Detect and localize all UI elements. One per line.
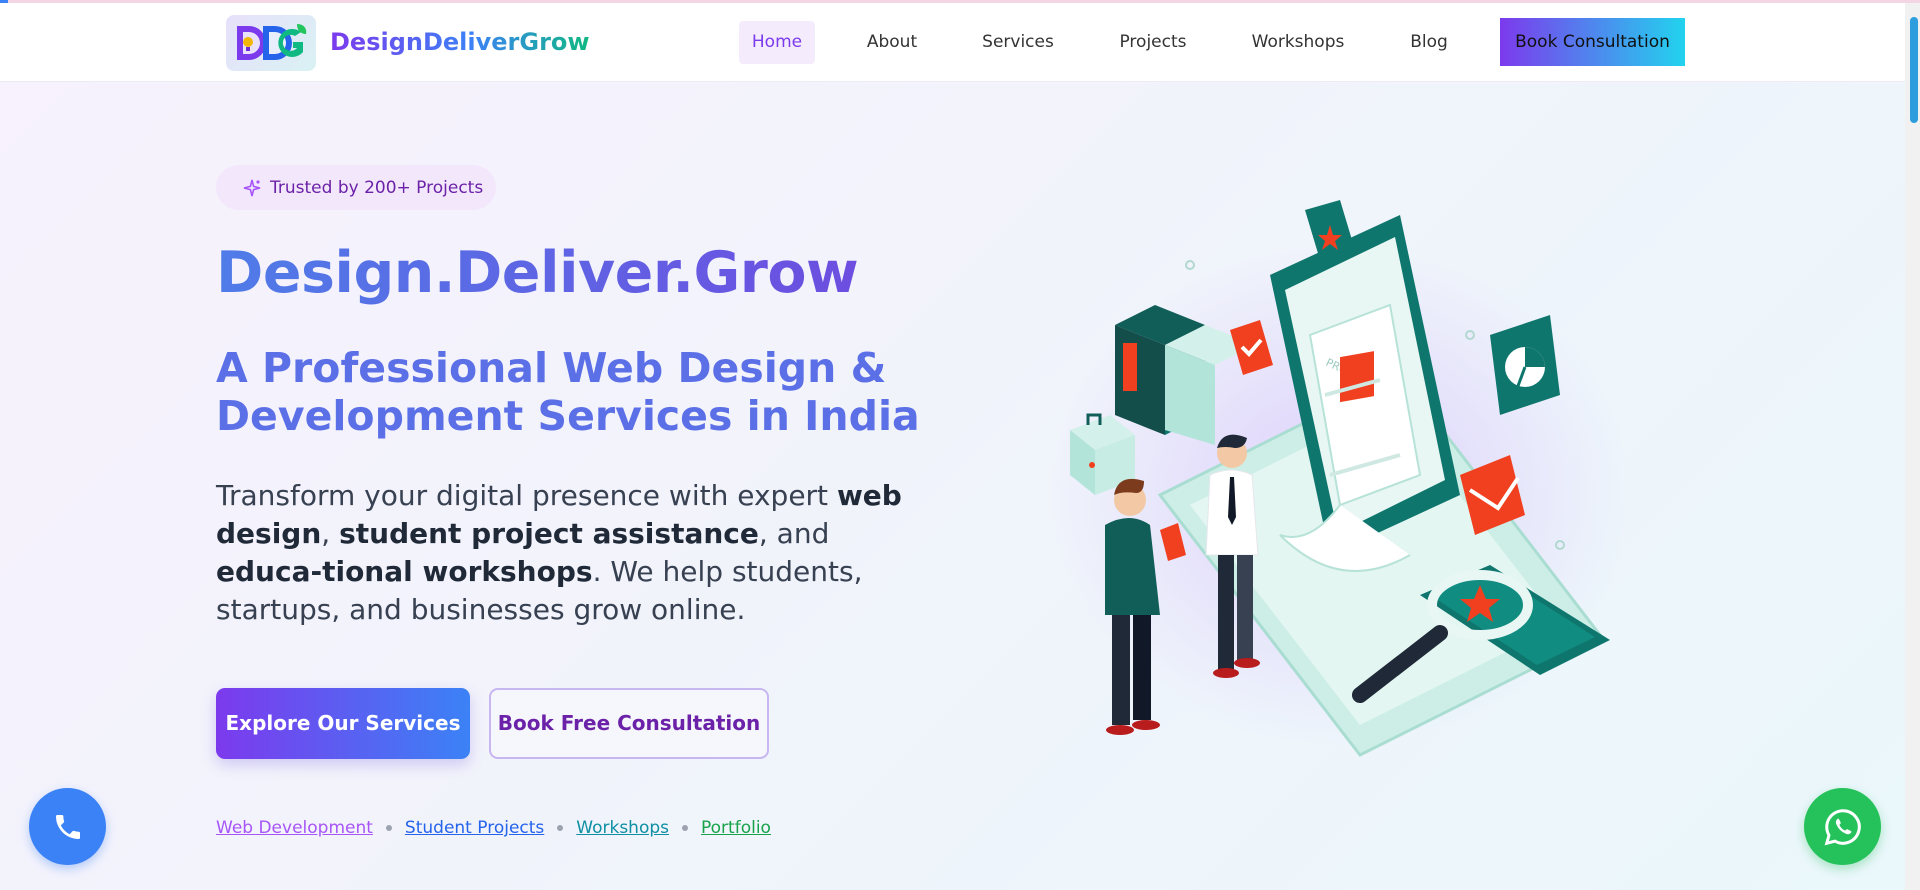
whatsapp-icon bbox=[1824, 808, 1861, 845]
desc-text-2: , bbox=[321, 517, 340, 550]
link-separator bbox=[557, 825, 564, 831]
quick-link-portfolio[interactable]: Portfolio bbox=[701, 818, 771, 838]
desc-text-3: , and bbox=[758, 517, 830, 550]
desc-bold-workshops: educa-tional workshops bbox=[216, 555, 593, 588]
quick-link-web-development[interactable]: Web Development bbox=[216, 818, 373, 838]
desc-bold-student-projects: student project assistance bbox=[339, 517, 759, 550]
explore-services-button[interactable]: Explore Our Services bbox=[216, 688, 470, 759]
trust-badge: Trusted by 200+ Projects bbox=[216, 165, 496, 210]
nav-item-workshops[interactable]: Workshops bbox=[1246, 21, 1350, 64]
brand-name[interactable]: DesignDeliverGrow bbox=[330, 28, 590, 56]
book-free-consultation-button[interactable]: Book Free Consultation bbox=[489, 688, 769, 759]
trust-badge-text: Trusted by 200+ Projects bbox=[270, 177, 484, 198]
nav-item-services[interactable]: Services bbox=[975, 21, 1061, 64]
brand-logo[interactable] bbox=[226, 15, 316, 71]
quick-links: Web Development Student Projects Worksho… bbox=[216, 818, 771, 838]
link-separator bbox=[385, 825, 392, 831]
hero-illustration: PROFILE bbox=[1050, 200, 1630, 757]
nav-item-projects[interactable]: Projects bbox=[1114, 21, 1192, 64]
hero-title: Design.Deliver.Grow bbox=[216, 240, 859, 306]
scrollbar-thumb[interactable] bbox=[1910, 17, 1918, 123]
nav-item-home[interactable]: Home bbox=[739, 21, 815, 64]
site-header: DesignDeliverGrow Home About Services Pr… bbox=[0, 3, 1905, 82]
sparkle-icon bbox=[243, 179, 261, 196]
desc-text-1: Transform your digital presence with exp… bbox=[216, 479, 837, 512]
decor-circle bbox=[1185, 260, 1195, 270]
nav-item-blog[interactable]: Blog bbox=[1404, 21, 1454, 64]
book-consultation-button[interactable]: Book Consultation bbox=[1500, 18, 1685, 66]
nav-item-about[interactable]: About bbox=[858, 21, 926, 64]
call-button[interactable] bbox=[29, 788, 106, 865]
link-separator bbox=[682, 825, 689, 831]
hero-subtitle: A Professional Web Design & Development … bbox=[216, 344, 920, 440]
page-scrollbar[interactable] bbox=[1905, 3, 1920, 890]
quick-link-workshops[interactable]: Workshops bbox=[576, 818, 669, 838]
ddg-logo-icon bbox=[237, 24, 307, 60]
whatsapp-button[interactable] bbox=[1804, 788, 1881, 865]
phone-icon bbox=[55, 814, 80, 839]
quick-link-student-projects[interactable]: Student Projects bbox=[405, 818, 544, 838]
hero-description: Transform your digital presence with exp… bbox=[216, 477, 936, 629]
